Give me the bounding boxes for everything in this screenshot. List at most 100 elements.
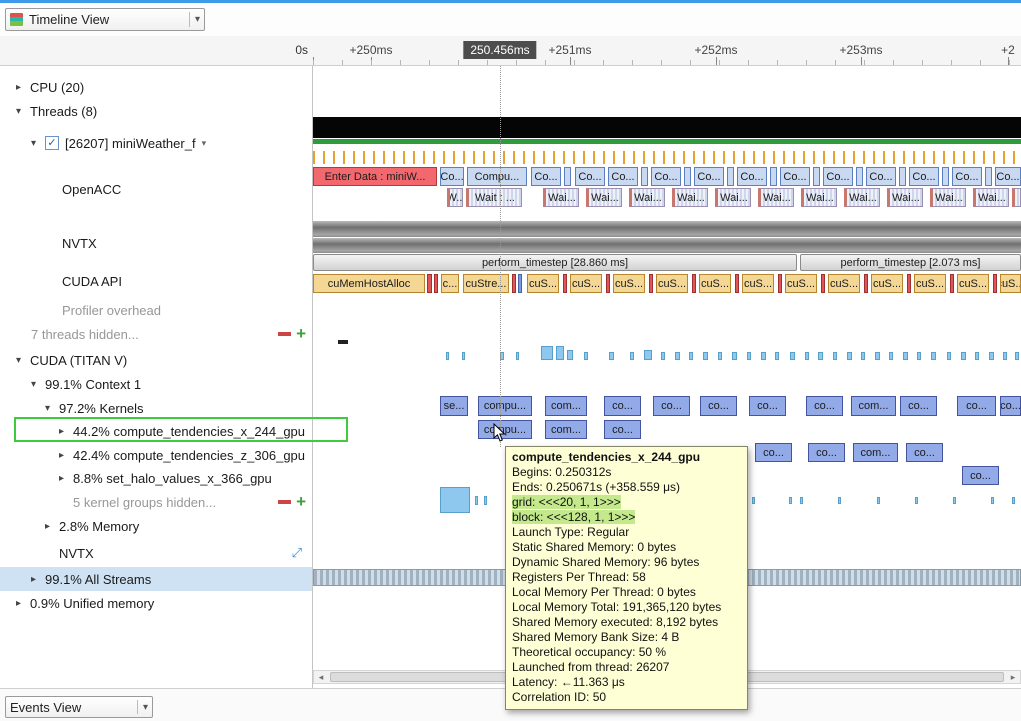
gpu-activity-marks-bar[interactable] xyxy=(847,352,852,360)
kernel-tendencies-z-bar[interactable]: co... xyxy=(906,443,943,462)
openacc-wait-bar[interactable]: Wai... xyxy=(672,188,708,207)
openacc-compute-bar[interactable]: Co... xyxy=(575,167,605,186)
cuda-api-bar[interactable]: cuS... xyxy=(656,274,688,293)
kernel-tendencies-x-bar[interactable]: com... xyxy=(545,420,587,439)
openacc-compute-bar[interactable] xyxy=(641,167,648,186)
gpu-activity-marks-bar[interactable] xyxy=(661,352,665,360)
cuda-api-bar[interactable]: cuS... xyxy=(914,274,946,293)
kernels-all-bar[interactable]: co... xyxy=(1000,396,1021,416)
openacc-compute-bar[interactable] xyxy=(813,167,820,186)
gpu-activity-marks-bar[interactable] xyxy=(875,352,880,360)
cuda-api-bar[interactable] xyxy=(864,274,868,293)
kernels-all-bar[interactable]: co... xyxy=(957,396,996,416)
cuda-api-bar[interactable] xyxy=(907,274,911,293)
openacc-compute-bar[interactable] xyxy=(899,167,906,186)
openacc-wait-bar[interactable]: Wai... xyxy=(801,188,837,207)
kernel-set-halo-bar[interactable]: co... xyxy=(962,466,999,485)
cuda-api-bar[interactable] xyxy=(950,274,954,293)
kernel-tendencies-z-bar[interactable]: co... xyxy=(808,443,845,462)
cuda-api-bar[interactable]: cuS... xyxy=(527,274,559,293)
gpu-activity-marks-bar[interactable] xyxy=(931,352,936,360)
gpu-activity-marks-bar[interactable] xyxy=(567,350,573,360)
memory-transfers-bar[interactable] xyxy=(838,497,841,504)
cuda-api-bar[interactable]: cuS... xyxy=(785,274,817,293)
gpu-activity-marks-bar[interactable] xyxy=(747,352,751,360)
cuda-api-bar[interactable]: cuS... xyxy=(742,274,774,293)
gpu-activity-marks-bar[interactable] xyxy=(584,352,588,360)
kernels-all-bar[interactable]: com... xyxy=(851,396,896,416)
gpu-activity-marks-bar[interactable] xyxy=(516,352,519,360)
gpu-activity-marks-bar[interactable] xyxy=(903,352,908,360)
kernel-tendencies-x-bar[interactable]: co... xyxy=(604,420,641,439)
memory-transfers-bar[interactable] xyxy=(915,497,918,504)
cuda-api-bar[interactable] xyxy=(427,274,432,293)
gpu-activity-marks-bar[interactable] xyxy=(775,352,779,360)
cuda-api-bar[interactable] xyxy=(649,274,653,293)
openacc-wait-bar[interactable]: W... xyxy=(447,188,463,207)
gpu-activity-marks-bar[interactable] xyxy=(675,352,680,360)
kernel-tendencies-z-bar[interactable]: co... xyxy=(755,443,792,462)
cuda-api-bar[interactable]: cuS... xyxy=(828,274,860,293)
cuda-api-bar[interactable] xyxy=(993,274,997,293)
scroll-right-icon[interactable]: ▸ xyxy=(1006,671,1020,683)
kernels-all-bar[interactable]: co... xyxy=(900,396,937,416)
chevron-down-icon[interactable]: ▾ xyxy=(137,700,148,714)
cuda-api-bar[interactable] xyxy=(606,274,610,293)
kernels-all-bar[interactable]: co... xyxy=(700,396,737,416)
cuda-api-bar[interactable] xyxy=(821,274,825,293)
gpu-activity-marks-bar[interactable] xyxy=(556,346,564,360)
nvtx-range-bar[interactable]: perform_timestep [2.073 ms] xyxy=(800,254,1021,271)
thread-state-bar[interactable] xyxy=(313,117,1021,138)
gpu-activity-marks-bar[interactable] xyxy=(703,352,708,360)
cuda-api-bar[interactable] xyxy=(778,274,782,293)
memory-transfers-bar[interactable] xyxy=(877,497,880,504)
hidden-threads-dash-bar[interactable] xyxy=(338,340,348,344)
kernels-all-bar[interactable]: co... xyxy=(653,396,690,416)
cuda-api-bar[interactable] xyxy=(692,274,696,293)
gpu-activity-marks-bar[interactable] xyxy=(1003,352,1007,360)
openacc-compute-bar[interactable]: Co... xyxy=(440,167,464,186)
openacc-wait-bar[interactable]: Wai... xyxy=(887,188,923,207)
gpu-activity-marks-bar[interactable] xyxy=(975,352,979,360)
openacc-wait-bar[interactable]: Wai... xyxy=(973,188,1009,207)
openacc-compute-bar[interactable] xyxy=(985,167,992,186)
cuda-api-bar[interactable]: cuS... xyxy=(613,274,645,293)
gpu-activity-marks-bar[interactable] xyxy=(609,352,614,360)
openacc-compute-bar[interactable] xyxy=(856,167,863,186)
openacc-compute-bar[interactable]: Co... xyxy=(866,167,896,186)
memory-transfers-bar[interactable] xyxy=(800,497,803,504)
gpu-activity-marks-bar[interactable] xyxy=(689,352,693,360)
kernels-all-bar[interactable]: co... xyxy=(806,396,843,416)
openacc-compute-bar[interactable]: Co... xyxy=(737,167,767,186)
openacc-wait-bar[interactable]: Wai... xyxy=(844,188,880,207)
openacc-wait-bar[interactable]: Wai... xyxy=(629,188,665,207)
cuda-api-bar[interactable]: cuS... xyxy=(570,274,602,293)
cuda-api-bar[interactable]: cuS... xyxy=(1000,274,1021,293)
gpu-activity-marks-bar[interactable] xyxy=(861,352,865,360)
openacc-compute-bar[interactable]: Co... xyxy=(694,167,724,186)
memory-transfers-bar[interactable] xyxy=(440,487,470,513)
kernels-all-bar[interactable]: co... xyxy=(749,396,786,416)
gpu-activity-marks-bar[interactable] xyxy=(961,352,966,360)
gpu-activity-marks-bar[interactable] xyxy=(630,352,634,360)
scroll-left-icon[interactable]: ◂ xyxy=(314,671,328,683)
openacc-wait-bar[interactable]: Wai... xyxy=(543,188,579,207)
kernels-all-bar[interactable]: se... xyxy=(440,396,468,416)
cuda-api-bar[interactable]: cuS... xyxy=(871,274,903,293)
kernels-all-bar[interactable]: com... xyxy=(545,396,587,416)
cuda-api-bar[interactable]: c... xyxy=(441,274,459,293)
kernels-all-bar[interactable]: compu... xyxy=(478,396,532,416)
memory-transfers-bar[interactable] xyxy=(752,497,755,504)
gpu-activity-marks-bar[interactable] xyxy=(818,352,823,360)
memory-transfers-bar[interactable] xyxy=(953,497,956,504)
openacc-compute-bar[interactable]: Co... xyxy=(608,167,638,186)
cuda-api-bar[interactable] xyxy=(434,274,438,293)
gpu-activity-marks-bar[interactable] xyxy=(761,352,766,360)
cuda-api-bar[interactable]: cuMemHostAlloc xyxy=(313,274,425,293)
openacc-compute-bar[interactable]: Co... xyxy=(780,167,810,186)
memory-transfers-bar[interactable] xyxy=(484,496,487,505)
gpu-activity-marks-bar[interactable] xyxy=(989,352,994,360)
openacc-compute-bar[interactable]: Co... xyxy=(909,167,939,186)
openacc-compute-bar[interactable]: Co... xyxy=(952,167,982,186)
gpu-activity-marks-bar[interactable] xyxy=(446,352,449,360)
